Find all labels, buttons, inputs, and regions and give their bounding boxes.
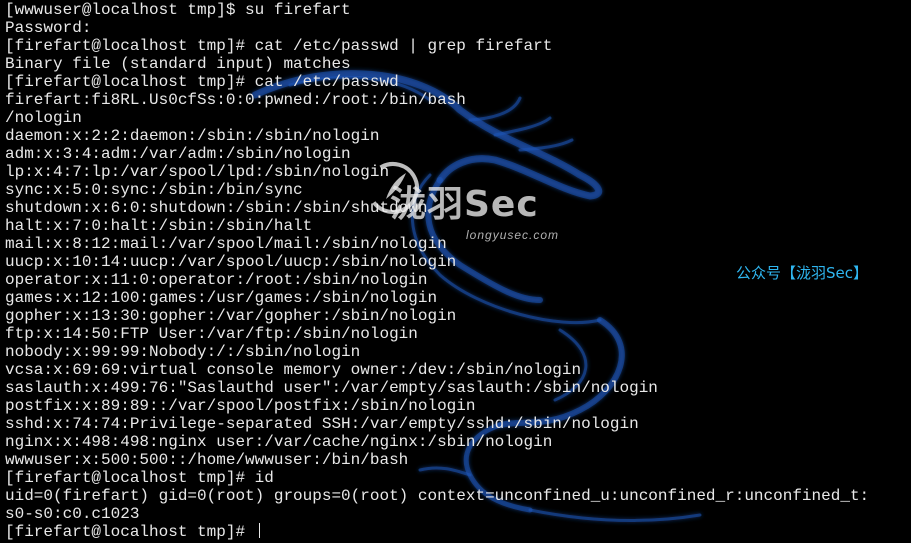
terminal-prompt: [firefart@localhost tmp]# xyxy=(5,523,255,541)
terminal-line: /nologin xyxy=(5,109,82,127)
terminal-line: mail:x:8:12:mail:/var/spool/mail:/sbin/n… xyxy=(5,235,447,253)
terminal-line: wwwuser:x:500:500::/home/wwwuser:/bin/ba… xyxy=(5,451,409,469)
terminal-prompt-line[interactable]: [firefart@localhost tmp]# xyxy=(5,523,869,541)
terminal-line: vcsa:x:69:69:virtual console memory owne… xyxy=(5,361,582,379)
terminal-line: lp:x:4:7:lp:/var/spool/lpd:/sbin/nologin xyxy=(5,163,390,181)
terminal-line: adm:x:3:4:adm:/var/adm:/sbin/nologin xyxy=(5,145,351,163)
watermark-account-label: 公众号【泷羽Sec】 xyxy=(736,264,868,282)
terminal-line: [firefart@localhost tmp]# id xyxy=(5,469,274,487)
watermark-title: 泷羽Sec xyxy=(390,184,539,225)
terminal-line: gopher:x:13:30:gopher:/var/gopher:/sbin/… xyxy=(5,307,457,325)
terminal-line: Password: xyxy=(5,19,92,37)
terminal-line: firefart:fi8RL.Us0cfSs:0:0:pwned:/root:/… xyxy=(5,91,466,109)
terminal-line: [wwwuser@localhost tmp]$ su firefart xyxy=(5,1,351,19)
terminal-line: [firefart@localhost tmp]# cat /etc/passw… xyxy=(5,37,553,55)
terminal-line: saslauth:x:499:76:"Saslauthd user":/var/… xyxy=(5,379,658,397)
watermark-url: longyusec.com xyxy=(466,228,560,242)
terminal-line: [firefart@localhost tmp]# cat /etc/passw… xyxy=(5,73,399,91)
terminal-line: nobody:x:99:99:Nobody:/:/sbin/nologin xyxy=(5,343,361,361)
terminal-line: games:x:12:100:games:/usr/games:/sbin/no… xyxy=(5,289,438,307)
text-cursor xyxy=(258,523,260,538)
terminal-line: postfix:x:89:89::/var/spool/postfix:/sbi… xyxy=(5,397,476,415)
terminal-line: uid=0(firefart) gid=0(root) groups=0(roo… xyxy=(5,487,870,505)
terminal-line: Binary file (standard input) matches xyxy=(5,55,351,73)
terminal-line: sshd:x:74:74:Privilege-separated SSH:/va… xyxy=(5,415,639,433)
terminal-line: daemon:x:2:2:daemon:/sbin:/sbin/nologin xyxy=(5,127,380,145)
terminal-line: s0-s0:c0.c1023 xyxy=(5,505,140,523)
terminal-line: nginx:x:498:498:nginx user:/var/cache/ng… xyxy=(5,433,553,451)
terminal-window[interactable]: [wwwuser@localhost tmp]$ su firefart Pas… xyxy=(0,0,911,543)
terminal-line: ftp:x:14:50:FTP User:/var/ftp:/sbin/nolo… xyxy=(5,325,418,343)
